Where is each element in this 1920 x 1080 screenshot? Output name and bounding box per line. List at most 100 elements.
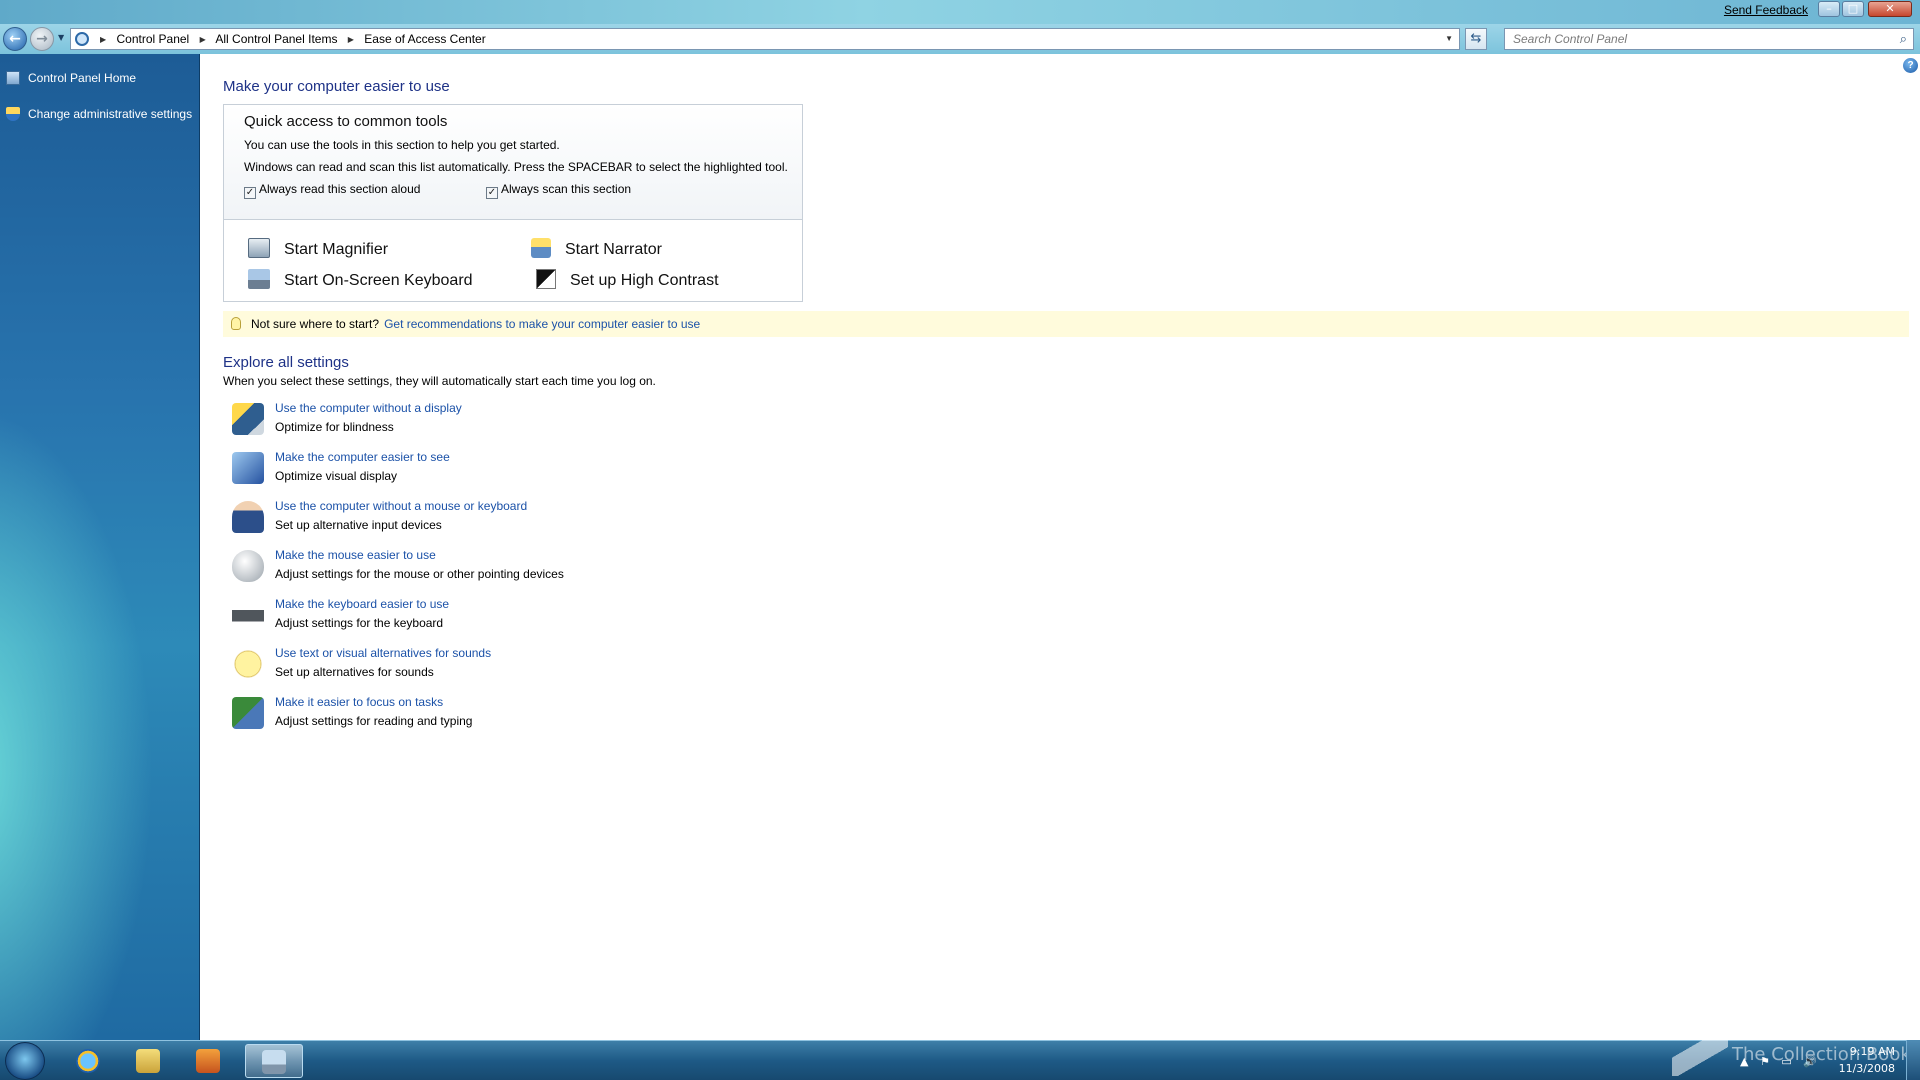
focus-icon[interactable] [232,697,264,729]
explore-settings-title: Explore all settings [223,354,349,371]
setting-description: Optimize for blindness [275,420,394,434]
clock-time[interactable]: 9:19 AM [1845,1045,1895,1058]
search-input[interactable]: Search Control Panel ⌕ [1504,28,1914,50]
navigation-bar: ← → ▼ ▶ Control Panel ▶ All Control Pane… [0,24,1920,54]
setting-link[interactable]: Use the computer without a display [275,401,462,415]
taskbar-windows-explorer[interactable] [122,1044,174,1078]
setting-description: Optimize visual display [275,469,398,483]
setting-link[interactable]: Make the keyboard easier to use [275,597,449,611]
taskbar-media-player[interactable] [182,1044,234,1078]
monitor-icon[interactable] [232,452,264,484]
taskbar-internet-explorer[interactable] [62,1044,114,1078]
scan-section-option[interactable]: ✓ Always scan this section [486,182,631,199]
media-player-icon [196,1049,220,1073]
close-button[interactable]: ✕ [1868,1,1912,17]
mouse-icon[interactable] [232,550,264,582]
breadcrumb-all-items[interactable]: All Control Panel Items [215,32,337,46]
internet-explorer-icon [76,1049,100,1073]
setting-link[interactable]: Use text or visual alternatives for soun… [275,646,491,660]
back-button[interactable]: ← [3,27,27,51]
recommendations-link[interactable]: Get recommendations to make your compute… [384,317,700,331]
recommendation-text: Not sure where to start? [251,317,380,331]
recommendation-bar: Not sure where to start? Get recommendati… [223,311,1909,337]
quick-access-title: Quick access to common tools [244,113,448,130]
taskbar [0,1040,1920,1080]
search-icon[interactable]: ⌕ [1900,29,1907,49]
notification-area: ▲ ⚑ ▭ 🔊 [1740,1055,1825,1068]
forward-button[interactable]: → [30,27,54,51]
breadcrumb-control-panel[interactable]: Control Panel [117,32,190,46]
sidebar-item-label: Change administrative settings [28,107,193,121]
start-button[interactable] [5,1042,45,1080]
recent-pages-dropdown[interactable]: ▼ [58,33,64,42]
start-narrator-label: Start Narrator [565,241,662,258]
scan-section-label[interactable]: Always scan this section [501,182,631,196]
sidebar-item-control-panel-home[interactable]: Control Panel Home [6,68,136,88]
setting-easier-to-see: Make the computer easier to see Optimize… [232,450,832,490]
send-feedback-link[interactable]: Send Feedback [1724,3,1808,17]
help-icon[interactable]: ? [1903,58,1918,73]
display-icon[interactable] [232,403,264,435]
book-logo-icon [1672,1036,1728,1076]
quick-access-description: You can use the tools in this section to… [244,138,560,152]
person-icon[interactable] [232,501,264,533]
high-contrast-label: Set up High Contrast [570,272,719,289]
search-placeholder: Search Control Panel [1513,32,1628,46]
clock-date[interactable]: 11/3/2008 [1838,1062,1895,1075]
setting-focus-on-tasks: Make it easier to focus on tasks Adjust … [232,695,832,735]
setting-description: Adjust settings for the keyboard [275,616,444,630]
setting-link[interactable]: Use the computer without a mouse or keyb… [275,499,527,513]
lightbulb-icon [231,317,241,330]
speech-bubble-icon[interactable] [232,648,264,680]
maximize-button[interactable]: □ [1842,1,1864,17]
on-screen-keyboard-icon [248,269,270,289]
show-desktop-button[interactable] [1906,1040,1920,1080]
setting-link[interactable]: Make the computer easier to see [275,450,450,464]
read-aloud-label[interactable]: Always read this section aloud [259,182,420,196]
breadcrumb-ease-of-access[interactable]: Ease of Access Center [364,32,485,46]
shield-icon [6,107,20,121]
quick-access-instructions: Windows can read and scan this list auto… [244,160,788,174]
start-keyboard-label: Start On-Screen Keyboard [284,272,473,289]
setting-sound-alternatives: Use text or visual alternatives for soun… [232,646,832,686]
address-bar[interactable]: ▶ Control Panel ▶ All Control Panel Item… [70,28,1460,50]
action-center-flag-icon[interactable]: ⚑ [1760,1055,1770,1068]
setting-link[interactable]: Make it easier to focus on tasks [275,695,443,709]
volume-icon[interactable]: 🔊 [1803,1055,1817,1068]
high-contrast-icon [536,269,556,289]
scan-section-checkbox[interactable]: ✓ [486,187,498,199]
control-panel-icon [6,71,20,85]
control-panel-icon [75,32,89,46]
start-on-screen-keyboard-button[interactable]: Start On-Screen Keyboard [248,269,473,290]
title-bar: Send Feedback – □ ✕ [0,0,1920,24]
start-magnifier-button[interactable]: Start Magnifier [248,238,388,259]
read-aloud-option[interactable]: ✓ Always read this section aloud [244,182,420,199]
high-contrast-button[interactable]: Set up High Contrast [536,269,719,290]
left-navigation-pane: Control Panel Home Change administrative… [0,54,200,1040]
minimize-button[interactable]: – [1818,1,1840,17]
setting-description: Set up alternative input devices [275,518,442,532]
setting-without-display: Use the computer without a display Optim… [232,401,832,441]
setting-description: Set up alternatives for sounds [275,665,434,679]
read-aloud-checkbox[interactable]: ✓ [244,187,256,199]
main-content: ? Make your computer easier to use Quick… [200,54,1920,1040]
refresh-button[interactable]: ⇆ [1465,28,1487,50]
breadcrumb-separator[interactable]: ▶ [100,35,106,44]
control-panel-icon [262,1050,286,1074]
start-narrator-button[interactable]: Start Narrator [531,238,662,259]
show-hidden-icons-icon[interactable]: ▲ [1740,1055,1748,1068]
breadcrumb-separator[interactable]: ▶ [348,35,354,44]
taskbar-control-panel[interactable] [245,1044,303,1078]
setting-link[interactable]: Make the mouse easier to use [275,548,436,562]
sidebar-item-admin-settings[interactable]: Change administrative settings [6,104,192,124]
network-icon[interactable]: ▭ [1781,1055,1791,1068]
setting-description: Adjust settings for reading and typing [275,714,473,728]
setting-keyboard-easier: Make the keyboard easier to use Adjust s… [232,597,832,637]
breadcrumb-separator[interactable]: ▶ [200,35,206,44]
address-dropdown-icon[interactable]: ▼ [1445,29,1453,49]
setting-without-mouse-keyboard: Use the computer without a mouse or keyb… [232,499,832,539]
explore-settings-subtitle: When you select these settings, they wil… [223,374,656,388]
start-magnifier-label: Start Magnifier [284,241,389,258]
quick-access-panel: Quick access to common tools You can use… [223,104,803,302]
keyboard-icon[interactable] [232,599,264,631]
